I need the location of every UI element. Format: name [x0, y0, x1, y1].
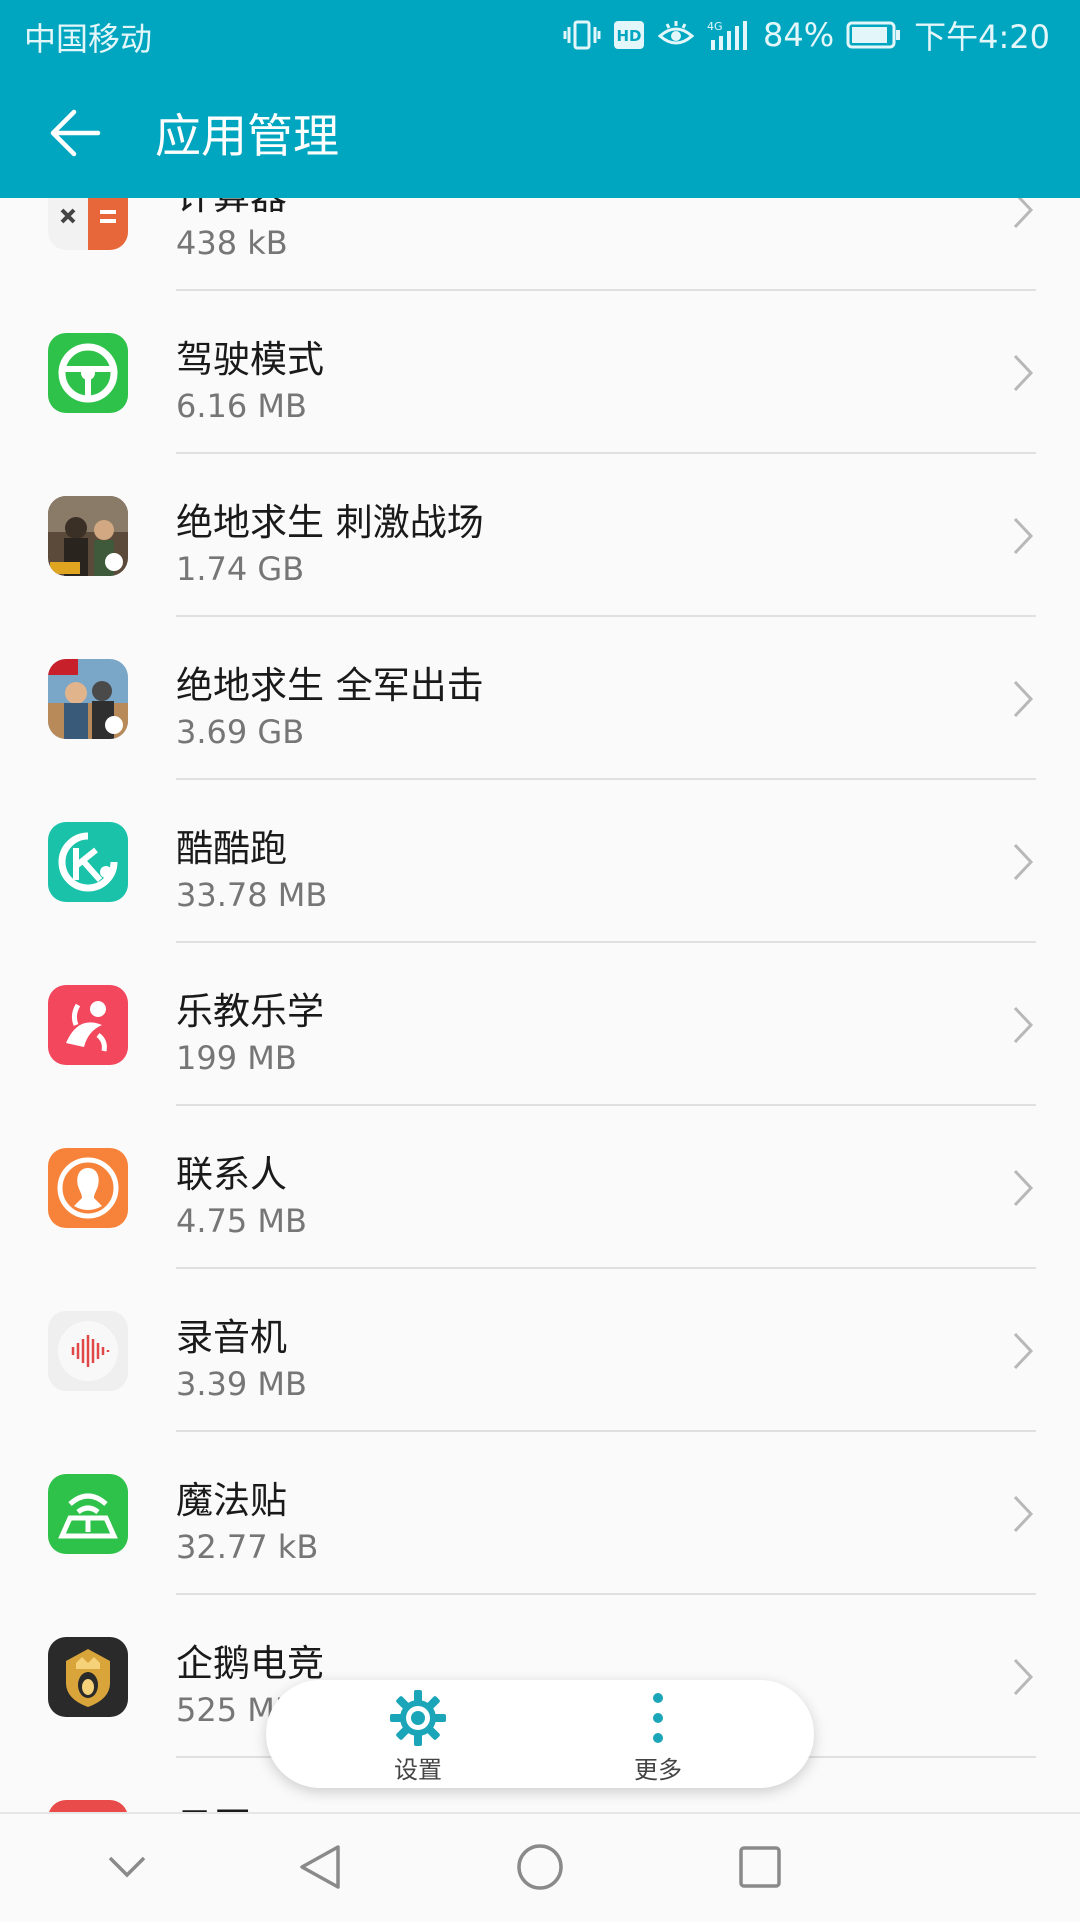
app-name: 驾驶模式: [176, 338, 324, 381]
arrow-left-icon: [50, 109, 101, 157]
app-name: 企鹅电竞: [176, 1642, 324, 1685]
magic-paste-icon: [48, 1474, 128, 1554]
app-size: 199 MB: [176, 1039, 297, 1077]
chevron-right-icon: [1013, 517, 1034, 555]
lejiaolexue-icon: [48, 985, 128, 1065]
back-button[interactable]: [40, 98, 110, 168]
app-header: 中国移动 HD 4G 84% 下午4:20 应用管理: [0, 0, 1080, 198]
clock: 下午4:20: [914, 18, 1050, 56]
settings-label: 设置: [394, 1756, 442, 1784]
chevron-right-icon: [1013, 1169, 1034, 1207]
gear-icon: [390, 1690, 446, 1746]
chevron-right-icon: [1013, 843, 1034, 881]
app-row[interactable]: 乐教乐学 199 MB: [0, 943, 1080, 1106]
home-circle-icon: [517, 1844, 563, 1890]
app-size: 1.74 GB: [176, 550, 305, 588]
hide-nav-button[interactable]: [77, 1814, 177, 1920]
app-name: 绝地求生 全军出击: [176, 664, 484, 707]
chevron-right-icon: [1013, 680, 1034, 718]
nav-home-button[interactable]: [490, 1814, 590, 1920]
contacts-icon: [48, 1148, 128, 1228]
app-name: 乐教乐学: [176, 990, 324, 1033]
app-row[interactable]: 魔法贴 32.77 kB: [0, 1432, 1080, 1595]
kukupao-icon: [48, 822, 128, 902]
app-row[interactable]: 联系人 4.75 MB: [0, 1106, 1080, 1269]
chevron-right-icon: [1013, 1495, 1034, 1533]
title-bar: 应用管理: [0, 68, 1080, 198]
app-size: 438 kB: [176, 224, 288, 262]
app-name: 绝地求生 刺激战场: [176, 501, 484, 544]
nav-recents-button[interactable]: [710, 1814, 810, 1920]
back-triangle-icon: [300, 1845, 340, 1889]
signal-icon: 4G: [707, 18, 751, 52]
recents-square-icon: [739, 1846, 781, 1888]
app-size: 6.16 MB: [176, 387, 307, 425]
app-name: 录音机: [176, 1316, 287, 1359]
page-title: 应用管理: [155, 109, 339, 163]
pubg-allout-icon: [48, 659, 128, 739]
eye-comfort-icon: [657, 20, 695, 50]
battery-icon: [846, 21, 902, 49]
battery-percent: 84%: [763, 16, 835, 54]
penguin-esports-icon: [48, 1637, 128, 1717]
app-name: 酷酷跑: [176, 827, 287, 870]
app-name: 魔法贴: [176, 1479, 287, 1522]
recorder-icon: [48, 1311, 128, 1391]
chevron-down-icon: [108, 1856, 146, 1878]
app-list: 计算器 438 kB 驾驶模式 6.16 MB: [0, 128, 1080, 1921]
app-row[interactable]: 绝地求生 全军出击 3.69 GB: [0, 617, 1080, 780]
app-row[interactable]: 驾驶模式 6.16 MB: [0, 291, 1080, 454]
status-bar: 中国移动 HD 4G 84% 下午4:20: [0, 0, 1080, 68]
pubg-exhilarating-icon: [48, 496, 128, 576]
chevron-right-icon: [1013, 1006, 1034, 1044]
action-pill: 设置 更多: [266, 1680, 814, 1788]
app-row[interactable]: 绝地求生 刺激战场 1.74 GB: [0, 454, 1080, 617]
status-icons: HD 4G 84% 下午4:20: [563, 12, 1050, 58]
app-row[interactable]: 录音机 3.39 MB: [0, 1269, 1080, 1432]
hd-badge-label: HD: [616, 27, 641, 45]
chevron-right-icon: [1013, 1658, 1034, 1696]
carrier-label: 中国移动: [24, 20, 153, 58]
nav-back-button[interactable]: [270, 1814, 370, 1920]
app-size: 3.39 MB: [176, 1365, 307, 1403]
app-size: 32.77 kB: [176, 1528, 319, 1566]
app-row[interactable]: 酷酷跑 33.78 MB: [0, 780, 1080, 943]
steering-wheel-icon: [48, 333, 128, 413]
vibrate-icon: [563, 18, 601, 52]
app-size: 33.78 MB: [176, 876, 328, 914]
more-vertical-icon: [653, 1693, 663, 1743]
app-size: 4.75 MB: [176, 1202, 307, 1240]
chevron-right-icon: [1013, 1332, 1034, 1370]
more-button[interactable]: 更多: [578, 1680, 738, 1788]
hd-icon: HD: [613, 20, 645, 50]
app-size: 3.69 GB: [176, 713, 305, 751]
settings-button[interactable]: 设置: [338, 1680, 498, 1788]
more-label: 更多: [634, 1756, 682, 1784]
app-name: 联系人: [176, 1153, 287, 1196]
navigation-bar: [0, 1812, 1080, 1922]
network-type-label: 4G: [707, 20, 723, 33]
chevron-right-icon: [1013, 354, 1034, 392]
